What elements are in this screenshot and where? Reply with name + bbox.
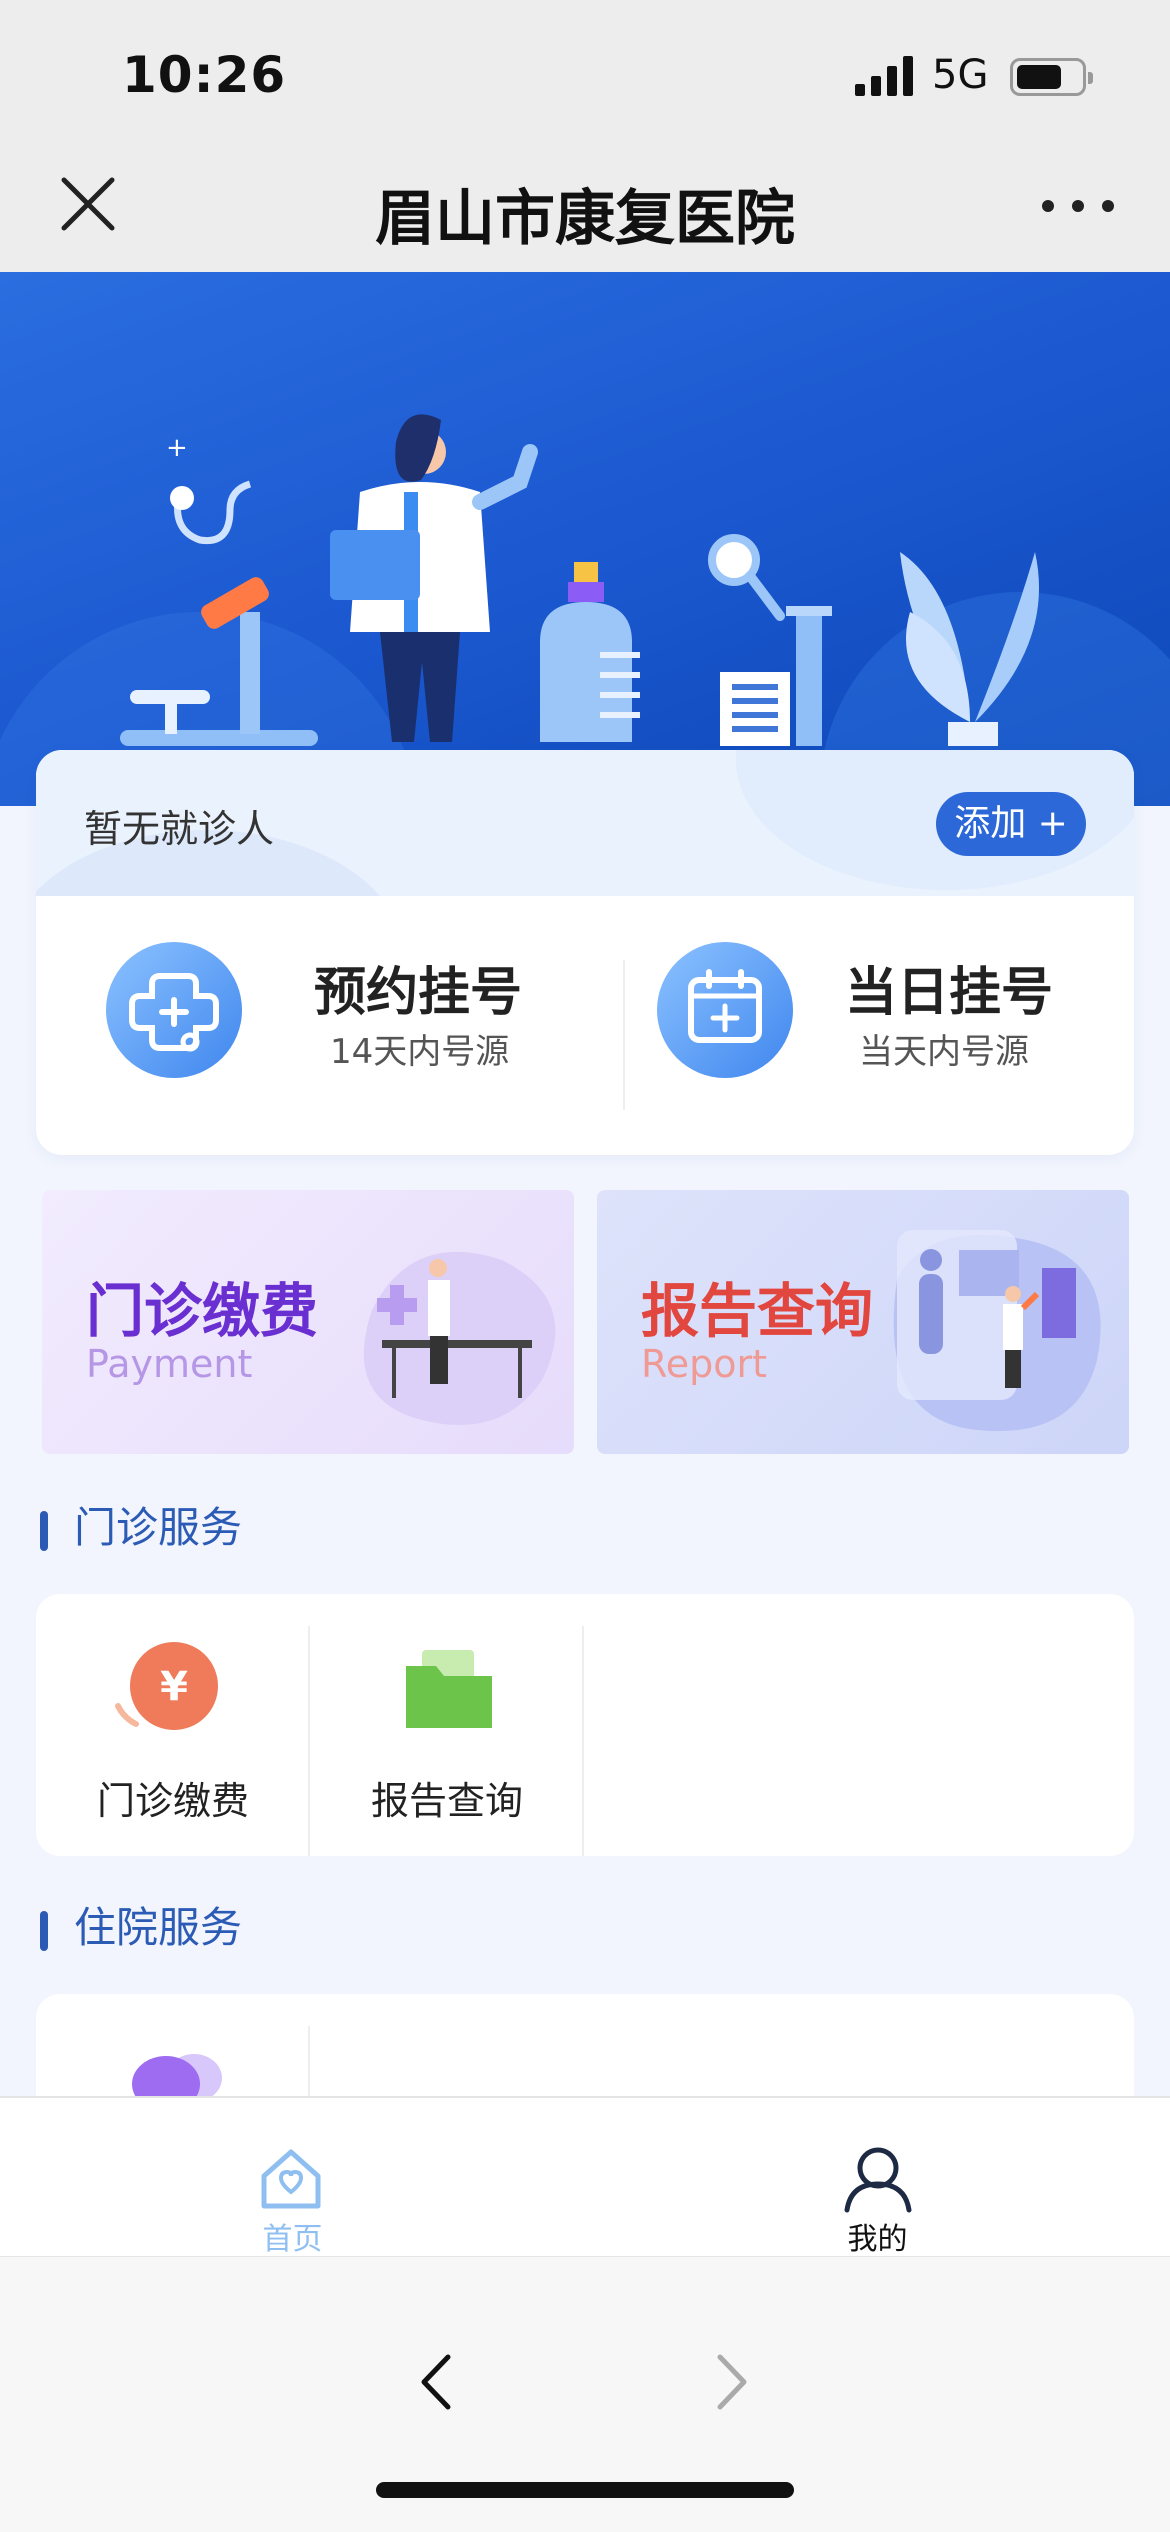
inpatient-section-label: 住院服务 (74, 1903, 243, 1952)
outpatient-section-title: 门诊服务 (40, 1494, 242, 1555)
appointment-registration[interactable]: 预约挂号 14天内号源 (36, 930, 623, 1120)
tab-mine[interactable]: 我的 (585, 2098, 1170, 2258)
report-banner-title: 报告查询 (641, 1277, 874, 1345)
outpatient-section-label: 门诊服务 (74, 1503, 243, 1552)
tab-mine-label: 我的 (847, 2222, 908, 2257)
hero-banner: + (0, 272, 1170, 806)
bottom-tab-bar: 首页 我的 (0, 2096, 1170, 2258)
yuan-payment-icon: ¥ (115, 1642, 218, 1730)
network-type: 5G (932, 52, 989, 98)
add-patient-button[interactable]: 添加 + (936, 792, 1086, 856)
signal-icon (855, 56, 913, 96)
outpatient-payment-label: 门诊缴费 (96, 1779, 249, 1823)
svg-text:¥: ¥ (160, 1664, 188, 1710)
forward-arrow-icon[interactable] (708, 2347, 758, 2417)
outpatient-service-card: ¥ 门诊缴费 报告查询 (36, 1594, 1134, 1856)
svg-text:+: + (166, 433, 188, 463)
back-arrow-icon[interactable] (410, 2347, 460, 2417)
more-icon[interactable] (1040, 190, 1116, 220)
outpatient-payment-item[interactable]: ¥ 门诊缴费 (36, 1594, 310, 1856)
top-bar: 10:26 5G 眉山市康复医院 (0, 0, 1170, 272)
folder-icon (406, 1650, 492, 1728)
report-banner[interactable]: 报告查询 Report (597, 1190, 1129, 1454)
status-time: 10:26 (122, 46, 287, 104)
patient-header: 暂无就诊人 添加 + (36, 750, 1134, 896)
same-day-title: 当日挂号 (845, 963, 1054, 1023)
appointment-title: 预约挂号 (314, 963, 523, 1023)
patient-card: 暂无就诊人 添加 + 预约挂号 14天内号源 当日挂号 当天内号源 (36, 750, 1134, 1155)
calendar-plus-icon (657, 942, 793, 1078)
payment-banner[interactable]: 门诊缴费 Payment (42, 1190, 574, 1454)
report-banner-subtitle: Report (641, 1342, 767, 1386)
battery-icon (1010, 58, 1093, 96)
medical-cross-icon (106, 942, 242, 1078)
same-day-subtitle: 当天内号源 (859, 1032, 1029, 1072)
report-query-item[interactable]: 报告查询 (310, 1594, 584, 1856)
tab-home[interactable]: 首页 (0, 2098, 585, 2258)
payment-banner-subtitle: Payment (86, 1342, 253, 1386)
home-icon (261, 2149, 321, 2209)
appointment-subtitle: 14天内号源 (330, 1032, 510, 1072)
bottle-illustration (540, 562, 640, 742)
service-divider (582, 1626, 584, 1856)
same-day-registration[interactable]: 当日挂号 当天内号源 (625, 930, 1134, 1120)
hero-illustration: + (0, 414, 1170, 806)
user-icon (844, 2147, 912, 2213)
no-patient-text: 暂无就诊人 (84, 807, 275, 851)
lab-illustration (708, 534, 832, 746)
home-indicator[interactable] (376, 2482, 794, 2498)
inpatient-section-title: 住院服务 (40, 1894, 242, 1955)
tab-home-label: 首页 (262, 2222, 323, 2257)
payment-banner-title: 门诊缴费 (86, 1277, 319, 1345)
report-query-label: 报告查询 (370, 1779, 523, 1823)
page-title: 眉山市康复医院 (375, 184, 795, 254)
